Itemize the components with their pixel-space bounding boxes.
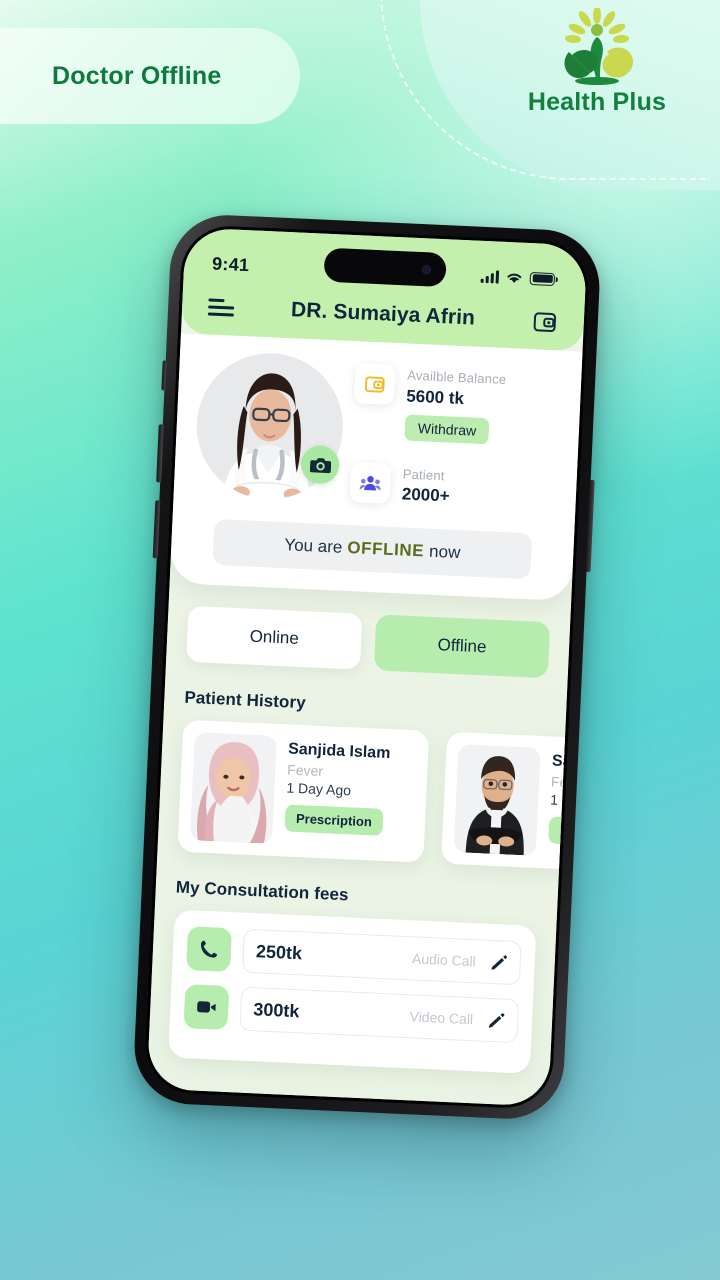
people-group-icon [349,461,392,504]
poster-canvas: Doctor Offline Health Plus 9:41 DR. Suma… [0,0,720,1280]
wallet-icon[interactable] [531,308,558,335]
list-item[interactable]: Sanjida Islam Fever 1 Day Ago Prescripti… [441,731,583,875]
patient-value: 2000+ [401,484,451,506]
brand-name: Health Plus [527,88,667,116]
patient-info: Sanjida Islam Fever 1 Day Ago Prescripti… [284,737,391,850]
profile-card: Availble Balance 5600 tk Withdraw Patien… [169,333,583,602]
status-banner-prefix: You are [283,535,343,557]
fee-type: Video Call [409,1008,474,1028]
dynamic-island [323,247,447,288]
patient-history-list[interactable]: Sanjida Islam Fever 1 Day Ago Prescripti… [157,719,583,875]
wallet-icon [353,363,396,405]
status-bar-time: 9:41 [211,253,250,275]
patient-label: Patient [402,466,445,483]
prescription-button[interactable]: Prescription [548,816,583,849]
status-banner: You are OFFLINE now [212,519,533,580]
page-title: DR. Sumaiya Afrin [290,298,476,330]
balance-value: 5600 tk [405,386,465,408]
phone-volume-up-button[interactable] [156,424,164,483]
fee-type: Audio Call [411,950,477,970]
battery-full-icon [529,271,559,286]
pencil-edit-icon[interactable] [487,1011,506,1030]
balance-stat: Availble Balance 5600 tk Withdraw [352,363,561,447]
fee-field-video[interactable]: 300tk Video Call [239,986,520,1044]
patient-name: Sanjida Islam [287,740,391,763]
list-item[interactable]: Sanjida Islam Fever 1 Day Ago Prescripti… [177,719,430,863]
patient-stat: Patient 2000+ [349,461,557,513]
brand-logo: Health Plus [502,8,692,117]
consultation-fees-card: 250tk Audio Call 300tk Video Call [168,909,537,1074]
front-camera-icon [421,264,432,274]
prescription-button[interactable]: Prescription [284,804,384,837]
avatar [193,350,347,503]
withdraw-button[interactable]: Withdraw [404,414,490,444]
phone-bezel: 9:41 DR. Sumaiya Afrin Availble Balance … [143,224,591,1110]
phone-volume-down-button[interactable] [152,500,161,559]
phone-mute-switch[interactable] [161,360,167,391]
patient-time: 1 Day Ago [286,779,352,799]
tab-online[interactable]: Online [186,606,363,670]
app-body[interactable]: Availble Balance 5600 tk Withdraw Patien… [146,333,583,1107]
pencil-edit-icon[interactable] [489,953,508,972]
status-banner-emphasis: OFFLINE [346,538,425,561]
phone-power-button[interactable] [585,479,595,573]
patient-female-avatar [189,732,277,845]
hamburger-menu-icon[interactable] [207,297,235,317]
patient-info: Sanjida Islam Fever 1 Day Ago Prescripti… [548,749,583,862]
banner-label: Doctor Offline [52,61,222,90]
tab-offline[interactable]: Offline [373,614,551,679]
phone-call-icon [186,926,233,973]
patient-symptom: Fever [286,761,324,780]
patient-male-avatar [453,744,541,857]
status-bar-icons [480,269,559,286]
profile-top: Availble Balance 5600 tk Withdraw Patien… [193,350,562,512]
app-root: 9:41 DR. Sumaiya Afrin Availble Balance … [146,227,588,1107]
phone-mockup: 9:41 DR. Sumaiya Afrin Availble Balance … [132,212,602,1122]
banner-pill: Doctor Offline [0,28,300,124]
fee-row-video: 300tk Video Call [183,984,520,1044]
fee-row-audio: 250tk Audio Call [186,926,522,986]
phone-screen: 9:41 DR. Sumaiya Afrin Availble Balance … [146,227,588,1107]
phone-frame: 9:41 DR. Sumaiya Afrin Availble Balance … [132,212,602,1122]
fee-amount: 250tk [255,940,303,964]
status-banner-suffix: now [428,541,461,563]
signal-bars-icon [480,269,500,284]
profile-stats: Availble Balance 5600 tk Withdraw Patien… [349,357,561,512]
health-plus-leaf-capsule-logo [564,8,634,85]
patient-name: Sanjida Islam [551,752,583,775]
fee-amount: 300tk [252,998,300,1021]
patient-time: 1 Day Ago [549,791,583,811]
fee-field-audio[interactable]: 250tk Audio Call [241,928,522,986]
video-call-icon [183,984,230,1031]
camera-icon[interactable] [300,444,340,485]
wifi-icon [507,273,522,283]
app-top-section: 9:41 DR. Sumaiya Afrin [180,227,588,352]
